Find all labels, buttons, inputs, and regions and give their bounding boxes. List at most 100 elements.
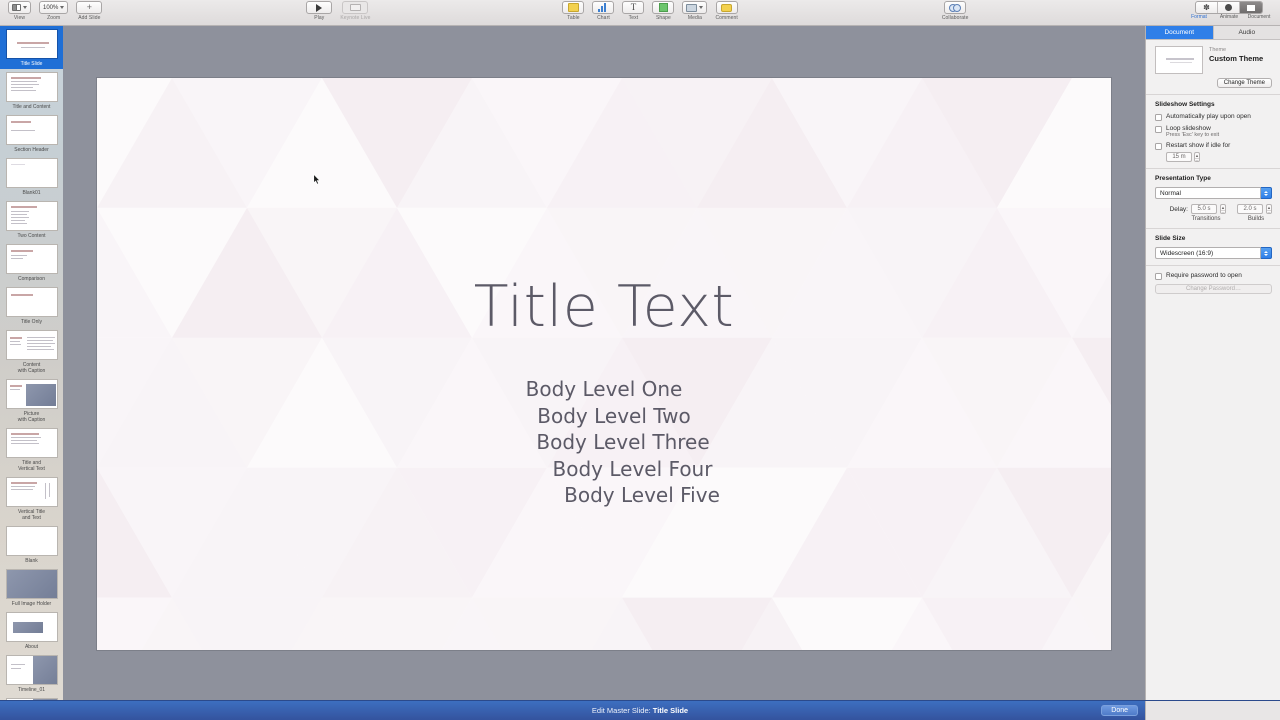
- tab-document[interactable]: Document: [1146, 26, 1214, 39]
- format-tab-button[interactable]: ✽: [1196, 2, 1218, 13]
- change-theme-button[interactable]: Change Theme: [1216, 78, 1272, 88]
- play-button[interactable]: Play: [302, 0, 336, 21]
- slide-thumbnail-title[interactable]: Title Slide: [0, 26, 63, 69]
- slide-thumbnail-full-image[interactable]: Full Image Holder: [0, 566, 63, 609]
- slide-thumbnail-timeline1[interactable]: Timeline_01: [0, 652, 63, 695]
- slide-thumbnail-title-content[interactable]: Title and Content: [0, 69, 63, 112]
- require-password-row[interactable]: Require password to open: [1155, 272, 1272, 280]
- auto-play-checkbox[interactable]: [1155, 113, 1162, 121]
- slide-thumbnail-title-vertical[interactable]: Title and Vertical Text: [0, 425, 63, 474]
- auto-play-row[interactable]: Automatically play upon open: [1155, 113, 1272, 121]
- body-level-three[interactable]: Body Level Three: [97, 429, 1111, 456]
- slide-thumbnail-image[interactable]: [5, 72, 58, 102]
- slide-size-select[interactable]: Widescreen (16:9): [1155, 247, 1272, 259]
- presentation-type-select[interactable]: Normal: [1155, 187, 1272, 199]
- collaborate-button[interactable]: Collaborate: [938, 0, 973, 21]
- body-level-two[interactable]: Body Level Two: [97, 403, 1111, 430]
- loop-slideshow-checkbox[interactable]: [1155, 125, 1162, 133]
- slide-thumbnail-image[interactable]: [5, 612, 58, 642]
- require-password-checkbox[interactable]: [1155, 272, 1162, 280]
- restart-idle-stepper-row[interactable]: 15 m ▲ ▼: [1166, 152, 1272, 162]
- insert-chart-button[interactable]: Chart: [588, 0, 618, 21]
- slide-thumbnail-title-only[interactable]: Title Only: [0, 284, 63, 327]
- slide-size-value[interactable]: Widescreen (16:9): [1155, 247, 1261, 259]
- insert-media-button[interactable]: Media: [678, 0, 711, 21]
- slide-thumbnail-two-content[interactable]: Two Content: [0, 198, 63, 241]
- add-slide-button[interactable]: + Add Slide: [72, 0, 106, 21]
- animate-tab-button[interactable]: [1218, 2, 1240, 13]
- insert-text-button-face[interactable]: T: [622, 1, 645, 14]
- builds-delay-value[interactable]: 2.0 s: [1237, 204, 1263, 214]
- play-button-face[interactable]: [306, 1, 333, 14]
- slide-thumbnail-image[interactable]: [5, 330, 58, 360]
- slide-size-stepper-arrows[interactable]: [1261, 247, 1272, 259]
- body-level-four[interactable]: Body Level Four: [97, 456, 1111, 483]
- keynote-window: View 100% Zoom + Add Slide Play Keynote …: [0, 0, 1280, 720]
- slide-thumbnail-image[interactable]: [5, 158, 58, 188]
- slide-thumbnail-label: About: [24, 644, 39, 650]
- transitions-delay-value[interactable]: 5.0 s: [1191, 204, 1217, 214]
- slide-canvas[interactable]: Title Text Body Level One Body Level Two…: [97, 78, 1111, 650]
- insert-table-label: Table: [567, 15, 580, 21]
- slide-thumbnail-about[interactable]: About: [0, 609, 63, 652]
- tab-audio[interactable]: Audio: [1213, 26, 1280, 39]
- slide-title-text[interactable]: Title Text: [97, 274, 1111, 340]
- theme-name: Custom Theme: [1209, 54, 1264, 63]
- view-button-face[interactable]: [8, 1, 31, 14]
- inspector-toggle-labels: Format Animate Document: [1184, 14, 1274, 20]
- document-tab-button[interactable]: [1240, 2, 1262, 13]
- restart-idle-checkbox[interactable]: [1155, 142, 1162, 150]
- slide-thumbnail-image[interactable]: [5, 477, 58, 507]
- slide-thumbnail-image[interactable]: [5, 428, 58, 458]
- slide-thumbnail-image[interactable]: [5, 244, 58, 274]
- slide-thumbnail-image[interactable]: [5, 115, 58, 145]
- slide-thumbnail-blank01[interactable]: Blank01: [0, 155, 63, 198]
- restart-idle-row[interactable]: Restart show if idle for: [1155, 142, 1272, 150]
- collaborate-button-face[interactable]: [944, 1, 967, 14]
- insert-table-button[interactable]: Table: [558, 0, 588, 21]
- body-level-one[interactable]: Body Level One: [97, 376, 1111, 403]
- presentation-type-value[interactable]: Normal: [1155, 187, 1261, 199]
- slide-thumbnail-image[interactable]: [5, 526, 58, 556]
- slide-body-list[interactable]: Body Level One Body Level Two Body Level…: [97, 376, 1111, 509]
- inspector-segmented-control[interactable]: ✽: [1195, 1, 1263, 14]
- keynote-live-button-face[interactable]: [342, 1, 369, 14]
- insert-comment-button-face[interactable]: [715, 1, 738, 14]
- builds-delay-stepper[interactable]: ▲ ▼: [1266, 204, 1272, 214]
- insert-comment-button[interactable]: Comment: [711, 0, 741, 21]
- restart-idle-stepper[interactable]: ▲ ▼: [1194, 152, 1200, 162]
- slide-thumbnail-content-caption[interactable]: Content with Caption: [0, 327, 63, 376]
- slide-thumbnail-image[interactable]: [5, 655, 58, 685]
- body-level-five[interactable]: Body Level Five: [97, 482, 1111, 509]
- insert-text-button[interactable]: T Text: [618, 0, 648, 21]
- change-password-button[interactable]: Change Password…: [1155, 284, 1272, 294]
- presentation-type-stepper-arrows[interactable]: [1261, 187, 1272, 199]
- slide-navigator[interactable]: Title Slide Title and Content Section Head…: [0, 26, 63, 720]
- zoom-button[interactable]: 100% Zoom: [35, 0, 72, 21]
- insert-shape-button[interactable]: Shape: [648, 0, 678, 21]
- restart-idle-value[interactable]: 15 m: [1166, 152, 1192, 162]
- insert-media-button-face[interactable]: [682, 1, 708, 14]
- keynote-live-button[interactable]: Keynote Live: [336, 0, 374, 21]
- slide-thumbnail-image[interactable]: [5, 569, 58, 599]
- slide-thumbnail-image[interactable]: [5, 201, 58, 231]
- view-button[interactable]: View: [4, 0, 35, 21]
- insert-table-button-face[interactable]: [562, 1, 585, 14]
- slide-thumbnail-image[interactable]: [5, 29, 58, 59]
- insert-chart-button-face[interactable]: [592, 1, 615, 14]
- slide-thumbnail-image[interactable]: [5, 287, 58, 317]
- transitions-delay-stepper[interactable]: ▲ ▼: [1220, 204, 1226, 214]
- delay-captions: Transitions Builds: [1155, 216, 1272, 222]
- add-slide-button-face[interactable]: +: [76, 1, 103, 14]
- slide-thumbnail-blank[interactable]: Blank: [0, 523, 63, 566]
- inspector-tabs[interactable]: Document Audio: [1146, 26, 1280, 40]
- zoom-button-face[interactable]: 100%: [39, 1, 69, 14]
- document-inspector: Document Audio Theme Custom Theme Change…: [1145, 26, 1280, 720]
- slide-thumbnail-image[interactable]: [5, 379, 58, 409]
- slide-thumbnail-vertical-title[interactable]: Vertical Title and Text: [0, 474, 63, 523]
- insert-shape-button-face[interactable]: [652, 1, 675, 14]
- slide-thumbnail-comparison[interactable]: Comparison: [0, 241, 63, 284]
- slide-thumbnail-section[interactable]: Section Header: [0, 112, 63, 155]
- slide-thumbnail-picture-caption[interactable]: Picture with Caption: [0, 376, 63, 425]
- done-button[interactable]: Done: [1101, 705, 1138, 716]
